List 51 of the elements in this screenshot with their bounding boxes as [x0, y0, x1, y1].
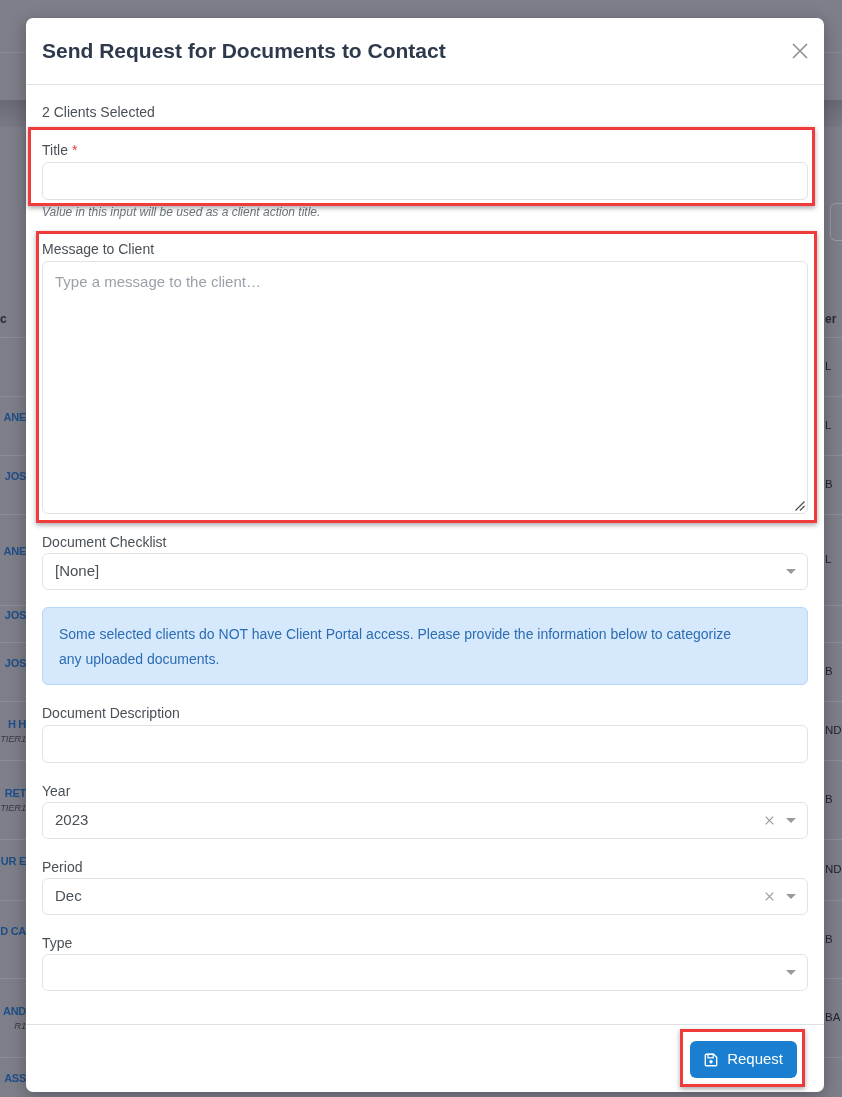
- table-cell-text: AND: [3, 1004, 26, 1019]
- dropdown-field[interactable]: [None]: [42, 553, 808, 590]
- close-icon: [792, 43, 808, 59]
- dropdown-field[interactable]: [42, 954, 808, 991]
- caret-icon: [786, 818, 796, 823]
- table-cell-text: B: [825, 664, 833, 680]
- input-field[interactable]: [830, 203, 842, 241]
- resize-handle-icon: [795, 501, 805, 511]
- help-text: Value in this input will be used as a client action title.: [42, 205, 322, 219]
- table-cell-text: ND: [825, 723, 842, 739]
- dropdown-field[interactable]: Dec: [42, 878, 808, 915]
- request-button[interactable]: Request: [690, 1041, 797, 1078]
- table-cell-text: B: [825, 792, 833, 808]
- message-field[interactable]: Type a message to the client…: [42, 261, 808, 514]
- cell-note: TIER1: [0, 732, 26, 746]
- table-cell-text: RET: [4, 786, 26, 801]
- field-label: Year: [42, 782, 72, 801]
- table-cell-text: UR E: [0, 854, 26, 869]
- dialog-title: Send Request for Documents to Contact: [42, 38, 446, 65]
- caret-icon: [786, 569, 796, 574]
- field-label: Document Checklist: [42, 533, 168, 552]
- table-cell-text: JOS: [4, 656, 26, 671]
- table-cell-text: ND: [825, 862, 842, 878]
- field-label: Message to Client: [42, 240, 156, 259]
- table-cell-text: JOS: [4, 469, 26, 484]
- table-cell-text: ASS: [4, 1071, 26, 1086]
- table-cell-text: D CA: [0, 923, 26, 939]
- table-cell-text: BA: [825, 1010, 841, 1026]
- table-cell-text: H H: [7, 717, 26, 732]
- column-header: er: [824, 310, 838, 328]
- table-cell-text: B: [825, 477, 833, 493]
- table-cell-text: L: [825, 418, 832, 434]
- field-label: Document Description: [42, 704, 181, 723]
- table-cell-text: B: [825, 931, 833, 947]
- info-alert: Some selected clients do NOT have Client Portal access. Please provide the information below to categorize any uploaded documents.: [42, 607, 808, 685]
- field-label: Period: [42, 858, 84, 877]
- column-header: c: [0, 310, 8, 328]
- caret-icon: [786, 970, 796, 975]
- cell-note: R1: [14, 1019, 26, 1033]
- selection-count: 2 Clients Selected: [42, 103, 156, 122]
- table-cell-text: L: [825, 359, 832, 375]
- dropdown-field[interactable]: 2023: [42, 802, 808, 839]
- table-cell-text: ANE: [3, 544, 26, 559]
- close-button[interactable]: [792, 43, 808, 59]
- table-cell-text: L: [825, 552, 832, 568]
- field-label: Title *: [42, 141, 79, 160]
- table-cell-text: ANE: [3, 410, 26, 425]
- field-label: Type: [42, 934, 74, 953]
- caret-icon: [786, 894, 796, 899]
- cell-note: TIER1: [0, 801, 26, 815]
- table-cell-text: JOS: [4, 608, 26, 623]
